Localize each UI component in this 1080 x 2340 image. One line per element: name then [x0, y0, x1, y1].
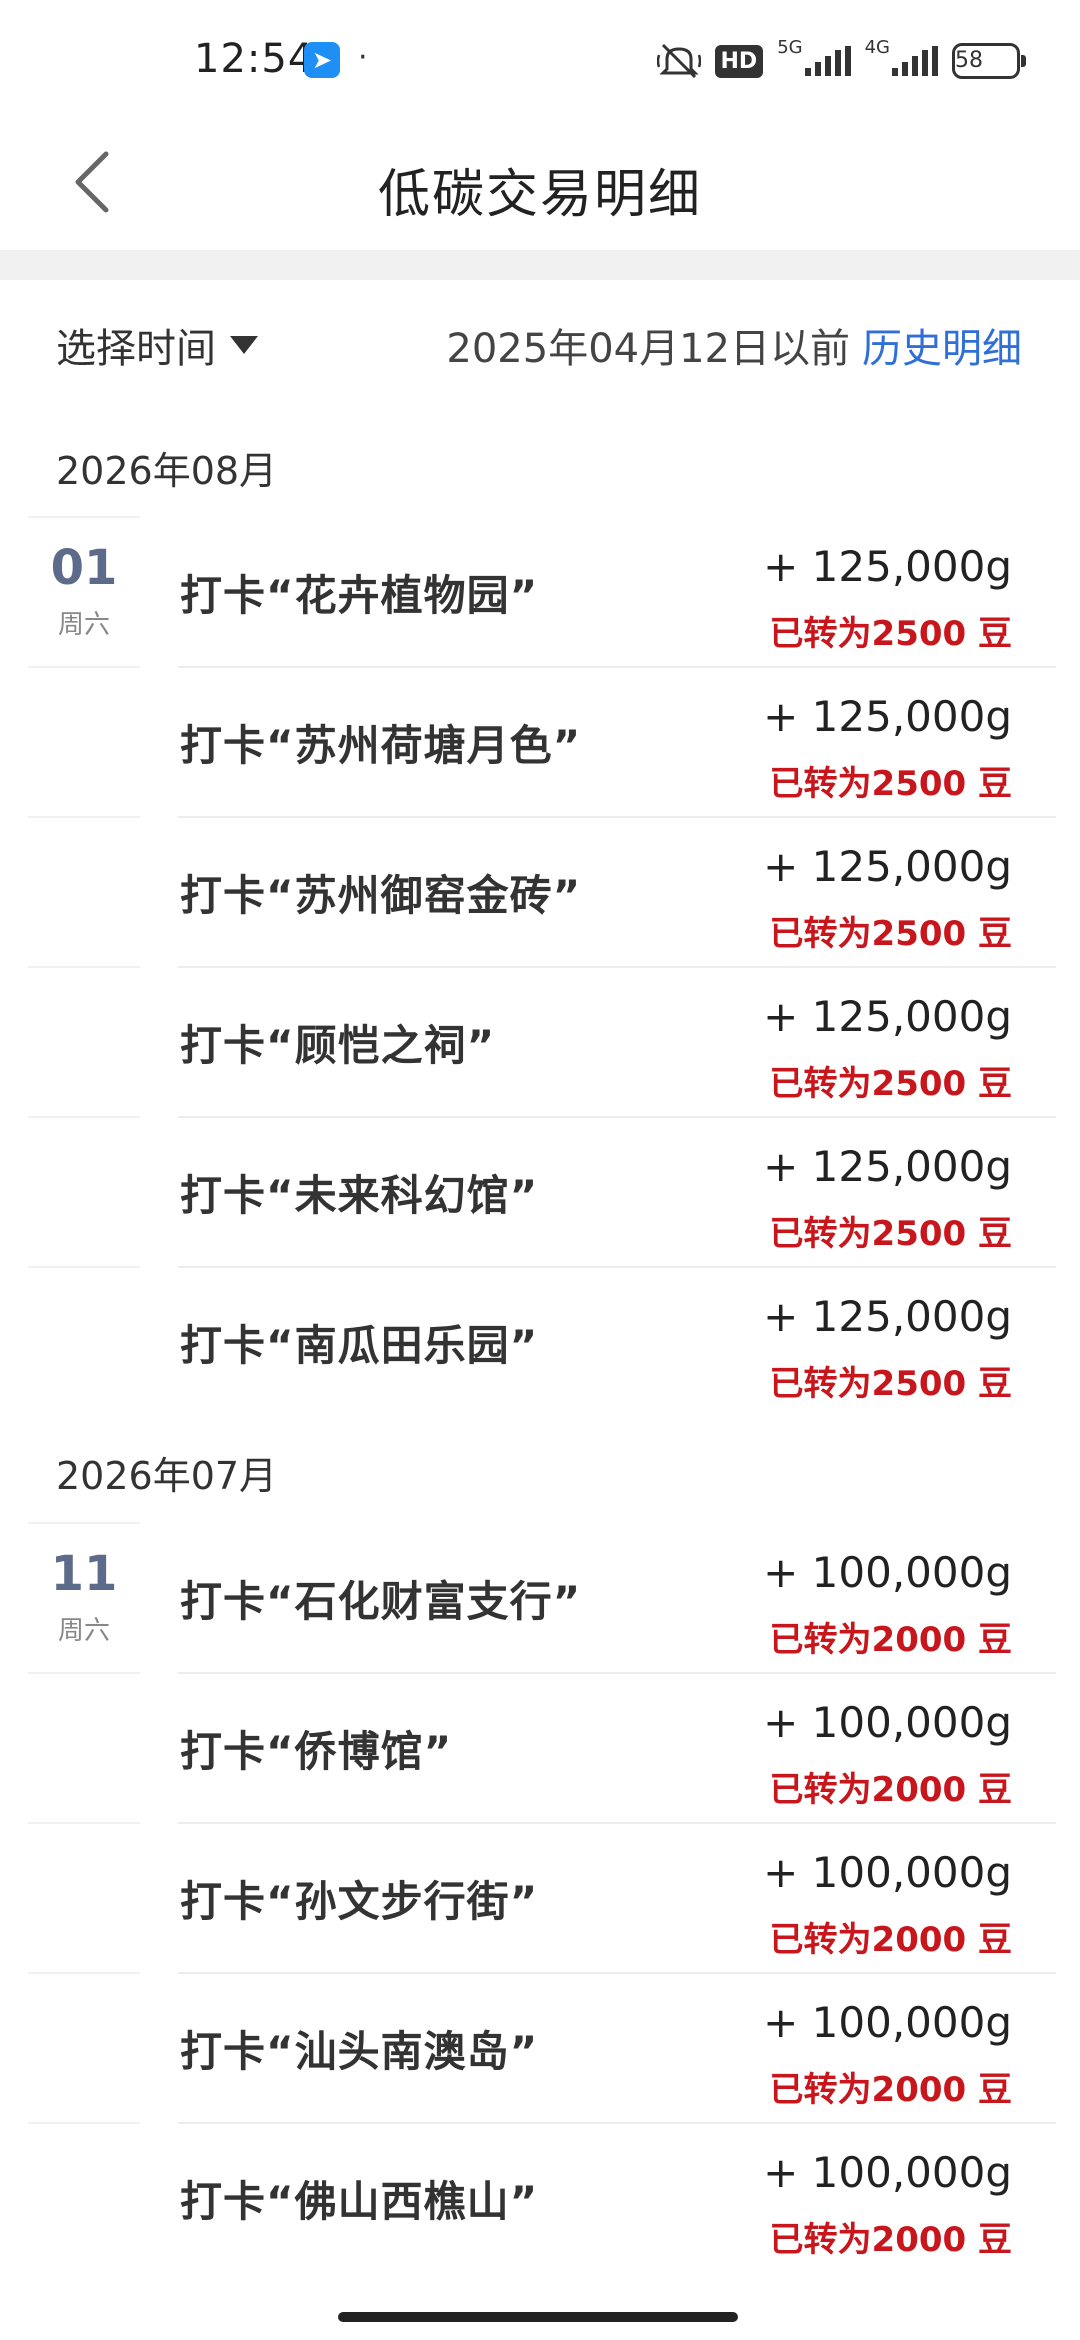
signal-4g-icon: 4G: [865, 37, 938, 76]
day-divider: [28, 816, 140, 818]
page-title: 低碳交易明细: [377, 165, 702, 225]
app-notification-icon: ➤: [304, 42, 340, 78]
date-range-info: 2025年04月12日以前 历史明细: [446, 316, 1022, 374]
transaction-amount: + 100,000g: [763, 1548, 1012, 1597]
transaction-row[interactable]: 11 周六 打卡“石化财富支行” + 100,000g 已转为2000 豆: [0, 1522, 1080, 1672]
transaction-row[interactable]: 打卡“佛山西樵山” + 100,000g 已转为2000 豆: [0, 2122, 1080, 2272]
row-divider: [178, 966, 1056, 968]
day-weekday: 周六: [57, 610, 110, 640]
transaction-converted: 已转为2500 豆: [769, 1214, 1012, 1254]
transaction-row[interactable]: 打卡“南瓜田乐园” + 125,000g 已转为2500 豆: [0, 1266, 1080, 1416]
transaction-row[interactable]: 打卡“孙文步行街” + 100,000g 已转为2000 豆: [0, 1822, 1080, 1972]
status-bar: 12:54 ➤ · HD 5G 4G 58: [0, 0, 1080, 120]
header-divider: [0, 250, 1080, 280]
transaction-row[interactable]: 01 周六 打卡“花卉植物园” + 125,000g 已转为2500 豆: [0, 516, 1080, 666]
network-4g-label: 4G: [864, 36, 890, 58]
day-divider: [28, 1266, 140, 1268]
day-number: 01: [50, 540, 118, 596]
row-divider: [178, 1266, 1056, 1268]
transaction-amount: + 100,000g: [763, 1998, 1012, 2047]
transaction-amount: + 100,000g: [763, 1698, 1012, 1747]
transaction-amount: + 125,000g: [763, 1142, 1012, 1191]
notification-dot: ·: [358, 40, 368, 75]
row-divider: [178, 666, 1056, 668]
transaction-title: 打卡“侨博馆”: [180, 1727, 453, 1776]
history-detail-link[interactable]: 历史明细: [862, 326, 1022, 372]
transaction-title: 打卡“汕头南澳岛”: [180, 2027, 539, 2076]
row-divider: [178, 816, 1056, 818]
filter-row: 选择时间 2025年04月12日以前 历史明细: [0, 280, 1080, 410]
transaction-converted: 已转为2500 豆: [769, 914, 1012, 954]
transaction-converted: 已转为2500 豆: [769, 1364, 1012, 1404]
transaction-row[interactable]: 打卡“苏州荷塘月色” + 125,000g 已转为2500 豆: [0, 666, 1080, 816]
month-header: 2026年08月: [56, 449, 278, 493]
transaction-title: 打卡“顾恺之祠”: [180, 1021, 496, 1070]
transaction-converted: 已转为2500 豆: [769, 614, 1012, 654]
row-divider: [178, 1672, 1056, 1674]
transaction-title: 打卡“花卉植物园”: [180, 571, 539, 620]
home-indicator[interactable]: [338, 2312, 738, 2322]
transaction-converted: 已转为2000 豆: [769, 1770, 1012, 1810]
day-divider: [28, 966, 140, 968]
day-divider: [28, 1522, 140, 1524]
day-divider: [28, 1116, 140, 1118]
transaction-converted: 已转为2000 豆: [769, 1920, 1012, 1960]
transaction-amount: + 100,000g: [763, 1848, 1012, 1897]
transaction-row[interactable]: 打卡“顾恺之祠” + 125,000g 已转为2500 豆: [0, 966, 1080, 1116]
transaction-converted: 已转为2000 豆: [769, 2220, 1012, 2260]
month-header: 2026年07月: [56, 1454, 278, 1498]
transaction-converted: 已转为2500 豆: [769, 1064, 1012, 1104]
day-divider: [28, 666, 140, 668]
signal-5g-icon: 5G: [777, 37, 851, 76]
transaction-converted: 已转为2000 豆: [769, 1620, 1012, 1660]
transaction-amount: + 125,000g: [763, 542, 1012, 591]
transaction-title: 打卡“佛山西樵山”: [180, 2177, 539, 2226]
mute-vibrate-icon: [656, 41, 701, 81]
transaction-row[interactable]: 打卡“侨博馆” + 100,000g 已转为2000 豆: [0, 1672, 1080, 1822]
transaction-row[interactable]: 打卡“汕头南澳岛” + 100,000g 已转为2000 豆: [0, 1972, 1080, 2122]
row-divider: [178, 1116, 1056, 1118]
transaction-title: 打卡“石化财富支行”: [180, 1577, 582, 1626]
day-divider: [28, 1822, 140, 1824]
transaction-title: 打卡“南瓜田乐园”: [180, 1321, 539, 1370]
day-divider: [28, 1972, 140, 1974]
transaction-title: 打卡“孙文步行街”: [180, 1877, 539, 1926]
network-5g-label: 5G: [777, 36, 803, 58]
transaction-amount: + 125,000g: [763, 1292, 1012, 1341]
nav-header: 低碳交易明细: [0, 120, 1080, 250]
transaction-amount: + 125,000g: [763, 842, 1012, 891]
transaction-amount: + 100,000g: [763, 2148, 1012, 2197]
transaction-converted: 已转为2500 豆: [769, 764, 1012, 804]
date-before-text: 2025年04月12日以前: [446, 326, 850, 372]
transaction-title: 打卡“未来科幻馆”: [180, 1171, 539, 1220]
select-time-label: 选择时间: [56, 326, 216, 372]
hd-voice-icon: HD: [714, 44, 764, 78]
day-divider: [28, 516, 140, 518]
transaction-title: 打卡“苏州御窑金砖”: [180, 871, 582, 920]
day-divider: [28, 2122, 140, 2124]
battery-icon: 58: [952, 43, 1026, 79]
row-divider: [178, 2122, 1056, 2124]
transaction-converted: 已转为2000 豆: [769, 2070, 1012, 2110]
select-time-button[interactable]: 选择时间: [56, 316, 258, 374]
transaction-amount: + 125,000g: [763, 692, 1012, 741]
transaction-row[interactable]: 打卡“未来科幻馆” + 125,000g 已转为2500 豆: [0, 1116, 1080, 1266]
transaction-title: 打卡“苏州荷塘月色”: [180, 721, 582, 770]
caret-down-icon: [230, 336, 258, 354]
status-time: 12:54: [194, 36, 315, 82]
day-divider: [28, 1672, 140, 1674]
transaction-amount: + 125,000g: [763, 992, 1012, 1041]
row-divider: [178, 1972, 1056, 1974]
status-icons: HD 5G 4G 58: [656, 36, 1026, 86]
transaction-row[interactable]: 打卡“苏州御窑金砖” + 125,000g 已转为2500 豆: [0, 816, 1080, 966]
day-number: 11: [50, 1546, 118, 1602]
row-divider: [178, 1822, 1056, 1824]
day-weekday: 周六: [57, 1616, 110, 1646]
